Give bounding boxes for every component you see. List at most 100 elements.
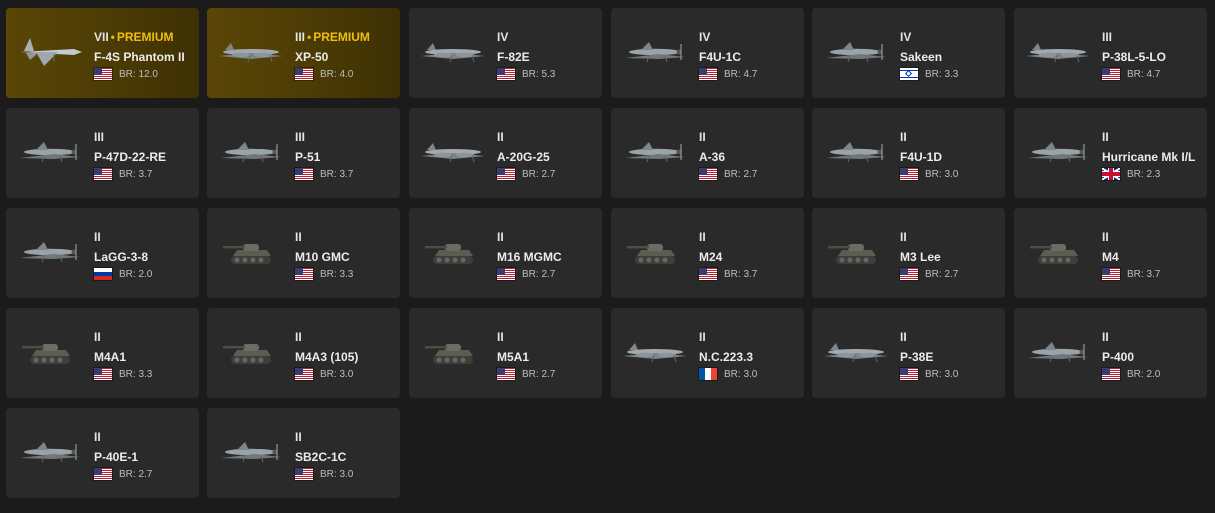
rank-line: II xyxy=(94,430,101,444)
rank-label: II xyxy=(497,330,504,344)
vehicle-name: M5A1 xyxy=(497,350,530,364)
vehicle-image xyxy=(14,128,86,172)
vehicle-card[interactable]: II P-400 BR: 2.0 xyxy=(1014,308,1207,398)
vehicle-image xyxy=(1022,28,1094,72)
rank-line: II xyxy=(1102,330,1109,344)
br-row: BR: 4.0 xyxy=(295,67,353,81)
br-row: BR: 2.7 xyxy=(497,167,555,181)
vehicle-name: M4A3 (105) xyxy=(295,350,359,364)
vehicle-card[interactable]: II N.C.223.3 BR: 3.0 xyxy=(611,308,804,398)
rank-line: II xyxy=(1102,130,1109,144)
vehicle-card[interactable]: II LaGG-3-8 BR: 2.0 xyxy=(6,208,199,298)
vehicle-image xyxy=(215,28,287,72)
vehicle-card[interactable]: III P-47D-22-RE BR: 3.7 xyxy=(6,108,199,198)
vehicle-card[interactable]: II M3 Lee BR: 2.7 xyxy=(812,208,1005,298)
br-row: BR: 3.7 xyxy=(699,267,757,281)
rank-line: IV xyxy=(699,30,710,44)
rank-line: II xyxy=(497,230,504,244)
vehicle-card[interactable]: IV F4U-1C BR: 4.7 xyxy=(611,8,804,98)
vehicle-card[interactable]: II M24 BR: 3.7 xyxy=(611,208,804,298)
us-flag-icon xyxy=(295,468,313,480)
us-flag-icon xyxy=(94,468,112,480)
vehicle-name: M24 xyxy=(699,250,723,264)
br-row: BR: 3.7 xyxy=(295,167,353,181)
vehicle-image xyxy=(215,428,287,472)
battle-rating: BR: 3.3 xyxy=(119,368,153,380)
vehicle-card[interactable]: II SB2C-1C BR: 3.0 xyxy=(207,408,400,498)
rank-line: II xyxy=(295,430,302,444)
vehicle-image xyxy=(619,228,691,272)
br-row: BR: 3.7 xyxy=(1102,267,1160,281)
vehicle-card[interactable]: II M16 MGMC BR: 2.7 xyxy=(409,208,602,298)
vehicle-card[interactable]: II M4A3 (105) BR: 3.0 xyxy=(207,308,400,398)
vehicle-card[interactable]: IV F-82E BR: 5.3 xyxy=(409,8,602,98)
vehicle-image xyxy=(1022,328,1094,372)
vehicle-image xyxy=(417,328,489,372)
rank-line: II xyxy=(497,330,504,344)
battle-rating: BR: 3.3 xyxy=(320,268,354,280)
fr-flag-icon xyxy=(699,368,717,380)
br-row: BR: 2.0 xyxy=(94,267,152,281)
rank-label: II xyxy=(1102,130,1109,144)
premium-label: PREMIUM xyxy=(116,30,174,44)
us-flag-icon xyxy=(497,168,515,180)
vehicle-card[interactable]: VII • PREMIUM F-4S Phantom II BR: 12.0 xyxy=(6,8,199,98)
rank-label: IV xyxy=(900,30,912,44)
vehicle-card[interactable]: II A-36 BR: 2.7 xyxy=(611,108,804,198)
battle-rating: BR: 3.7 xyxy=(1127,268,1161,280)
battle-rating: BR: 3.0 xyxy=(320,468,354,480)
battle-rating: BR: 3.7 xyxy=(724,268,758,280)
battle-rating: BR: 12.0 xyxy=(119,68,158,80)
vehicle-card[interactable]: II M4A1 BR: 3.3 xyxy=(6,308,199,398)
vehicle-card[interactable]: III P-38L-5-LO BR: 4.7 xyxy=(1014,8,1207,98)
rank-line: II xyxy=(295,230,302,244)
rank-label: II xyxy=(900,130,907,144)
ru-flag-icon xyxy=(94,268,112,280)
rank-line: II xyxy=(94,230,101,244)
vehicle-image xyxy=(14,228,86,272)
br-row: BR: 4.7 xyxy=(1102,67,1160,81)
vehicle-image xyxy=(820,228,892,272)
vehicle-card[interactable]: III P-51 BR: 3.7 xyxy=(207,108,400,198)
vehicle-card[interactable]: II P-40E-1 BR: 2.7 xyxy=(6,408,199,498)
rank-line: III • PREMIUM xyxy=(295,30,370,44)
vehicle-image xyxy=(215,328,287,372)
rank-line: II xyxy=(497,130,504,144)
vehicle-card[interactable]: II A-20G-25 BR: 2.7 xyxy=(409,108,602,198)
br-row: BR: 3.0 xyxy=(900,367,958,381)
separator-dot: • xyxy=(307,30,312,44)
br-row: BR: 3.0 xyxy=(699,367,757,381)
vehicle-card[interactable]: II F4U-1D BR: 3.0 xyxy=(812,108,1005,198)
battle-rating: BR: 2.7 xyxy=(925,268,959,280)
vehicle-card[interactable]: II P-38E BR: 3.0 xyxy=(812,308,1005,398)
rank-line: II xyxy=(699,130,706,144)
rank-line: III xyxy=(295,130,305,144)
rank-label: II xyxy=(94,230,101,244)
vehicle-card[interactable]: II Hurricane Mk I/L BR: 2.3 xyxy=(1014,108,1207,198)
us-flag-icon xyxy=(295,168,313,180)
vehicle-name: P-40E-1 xyxy=(94,450,139,464)
rank-line: II xyxy=(295,330,302,344)
us-flag-icon xyxy=(94,368,112,380)
vehicle-name: P-38L-5-LO xyxy=(1102,50,1167,64)
br-row: BR: 4.7 xyxy=(699,67,757,81)
vehicle-name: A-36 xyxy=(699,150,726,164)
us-flag-icon xyxy=(699,168,717,180)
vehicle-name: M10 GMC xyxy=(295,250,350,264)
rank-label: II xyxy=(1102,230,1109,244)
rank-line: IV xyxy=(900,30,911,44)
vehicle-name: XP-50 xyxy=(295,50,329,64)
vehicle-name: SB2C-1C xyxy=(295,450,347,464)
vehicle-card[interactable]: II M10 GMC BR: 3.3 xyxy=(207,208,400,298)
vehicle-card[interactable]: IV Sakeen BR: 3.3 xyxy=(812,8,1005,98)
us-flag-icon xyxy=(699,268,717,280)
rank-label: IV xyxy=(699,30,711,44)
vehicle-card[interactable]: III • PREMIUM XP-50 BR: 4.0 xyxy=(207,8,400,98)
battle-rating: BR: 4.0 xyxy=(320,68,354,80)
vehicle-card[interactable]: II M5A1 BR: 2.7 xyxy=(409,308,602,398)
rank-line: II xyxy=(699,330,706,344)
vehicle-image xyxy=(820,128,892,172)
battle-rating: BR: 2.7 xyxy=(522,168,556,180)
separator-dot: • xyxy=(110,30,115,44)
vehicle-card[interactable]: II M4 BR: 3.7 xyxy=(1014,208,1207,298)
